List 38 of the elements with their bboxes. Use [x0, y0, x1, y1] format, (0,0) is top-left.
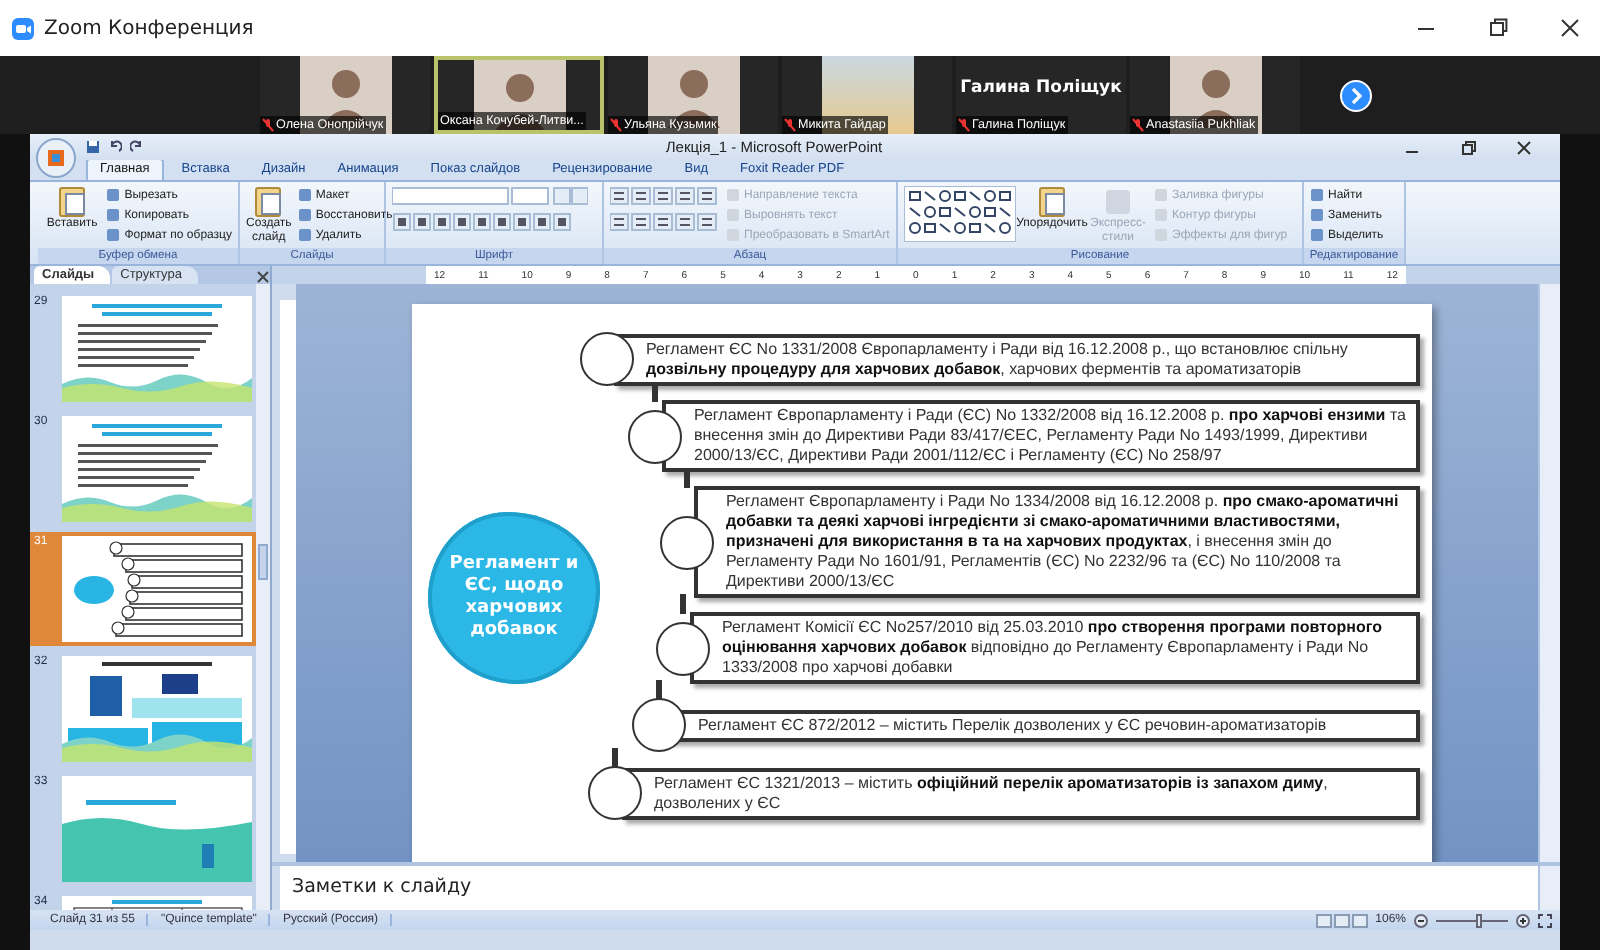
circle-marker [656, 621, 710, 675]
zoom-slider-thumb[interactable] [1476, 913, 1483, 927]
slide-thumbnail[interactable] [62, 536, 252, 642]
slide-thumbnail[interactable] [62, 416, 252, 522]
cloud-label: Регламент и ЄС, щодо харчових добавок [447, 554, 581, 642]
zoom-out-icon[interactable] [1414, 913, 1428, 927]
circle-marker [580, 332, 634, 386]
shapes-gallery-drawing[interactable] [904, 186, 1016, 242]
ribbon-icon [1102, 186, 1134, 218]
save-icon[interactable] [86, 140, 100, 154]
regulation-text: Регламент Європарламенту і Ради (ЄС) No 1332/2008 від 16.12.2008 р. про харчові ензими та внесення змін до Директиви Ради 83/417/ЄЕС, Регламенту Ради No 1493/1999, Директиви 2000/13/ЄС, Директиви Ради 2001/112/ЄС і Регламенту (ЄС) No 258/97 [662, 400, 1420, 472]
notes-field[interactable]: Заметки к слайду [280, 866, 1538, 910]
close-icon[interactable] [256, 270, 270, 284]
ribbon-icon [56, 186, 89, 218]
fit-to-window-icon[interactable] [1538, 913, 1552, 927]
circle-marker [660, 515, 714, 569]
restore-icon[interactable] [1460, 139, 1476, 155]
ribbon-icon [1036, 186, 1068, 218]
restore-icon[interactable] [1488, 18, 1508, 38]
window-title: Zoom Конференция [44, 17, 254, 39]
redo-icon[interactable] [130, 140, 144, 154]
ribbon-icon [252, 186, 285, 218]
slide-thumbnail[interactable] [62, 296, 252, 402]
zoom-logo-icon [12, 17, 34, 39]
slide-thumbnail[interactable] [62, 656, 252, 762]
circle-marker [588, 766, 642, 820]
circle-marker [628, 409, 682, 463]
paragraph-tools-drawing [610, 186, 720, 234]
circle-marker [632, 698, 686, 752]
undo-icon[interactable] [108, 140, 122, 154]
next-page-icon[interactable] [1340, 79, 1372, 111]
zoom-in-icon[interactable] [1516, 913, 1530, 927]
close-icon[interactable] [1516, 139, 1532, 155]
participant-name: Галина Поліщук [960, 77, 1122, 97]
regulation-text: Регламент Європарламенту і Ради No 1334/2008 від 16.12.2008 р. про смако-ароматичні добавки та деякі харчові інгредієнти зі смако-ароматичними властивостями, призначені для використання в та на харчових продуктах, і внесення змін до Регламенту Ради No 1601/91, Регламентів (ЄС) No 2232/96 та (ЄС) No 110/2008 та Директиви 2000/13/ЄС [694, 486, 1420, 598]
slide-thumbnail[interactable] [62, 776, 252, 882]
regulation-text: Регламент Комісії ЄС No257/2010 від 25.03.2010 про створення програми повторного оцінювання харчових добавок відповідно до Регламенту Європарламенту і Ради No 1333/2008 про харчові добавки [690, 612, 1420, 684]
close-icon[interactable] [1560, 18, 1580, 38]
